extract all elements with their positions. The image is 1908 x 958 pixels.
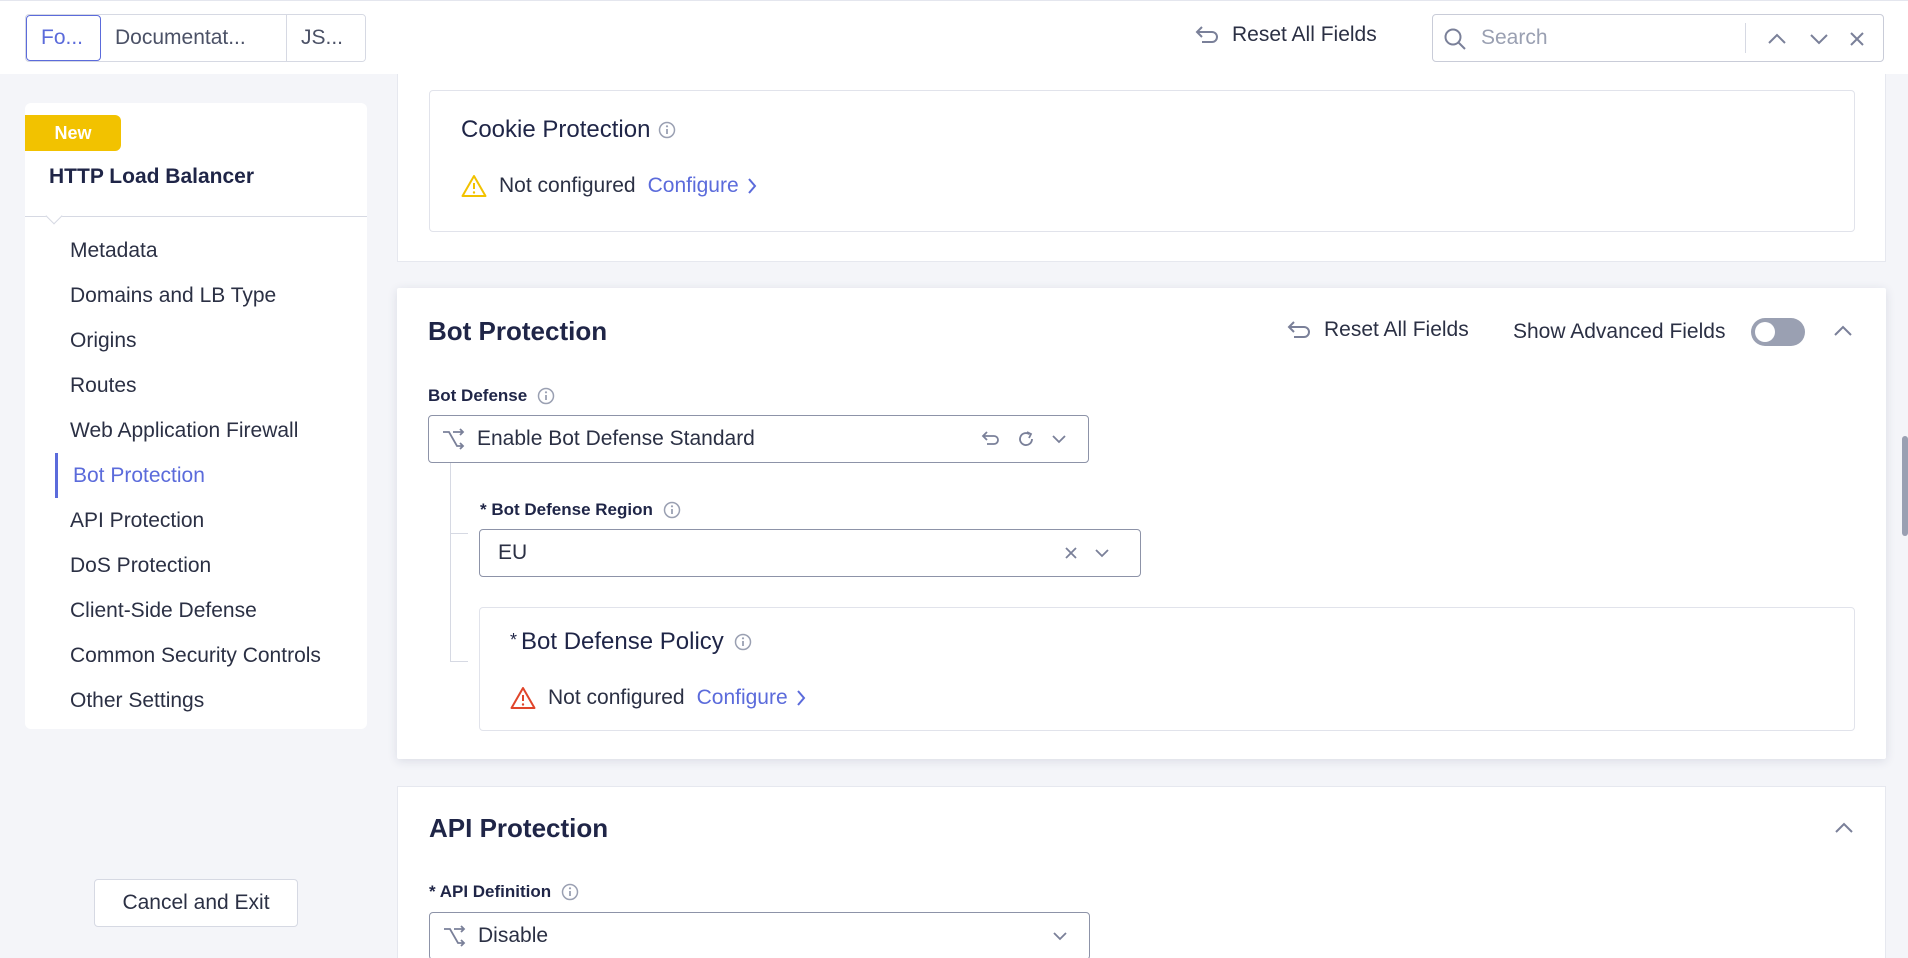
bot-protection-card: Bot Protection Reset All Fields Show Adv…	[397, 288, 1886, 759]
sidebar-notch	[45, 207, 63, 225]
tab-documentation[interactable]: Documentat...	[101, 15, 287, 61]
sidebar-item-domains[interactable]: Domains and LB Type	[70, 273, 321, 318]
sidebar-title: HTTP Load Balancer	[49, 165, 254, 188]
chevron-right-icon	[796, 689, 806, 707]
refresh-icon[interactable]	[1017, 430, 1035, 448]
bot-reset-all-fields-button[interactable]: Reset All Fields	[1286, 318, 1469, 342]
choice-switch-icon	[441, 428, 465, 450]
api-definition-label-row: * API Definition	[429, 882, 579, 902]
search-placeholder: Search	[1481, 26, 1548, 49]
tab-json[interactable]: JS...	[287, 15, 365, 61]
info-icon[interactable]	[663, 501, 681, 519]
new-badge: New	[25, 115, 121, 151]
sidebar-item-dos-protection[interactable]: DoS Protection	[70, 543, 321, 588]
tree-connector	[450, 463, 451, 662]
cookie-protection-status: Not configured Configure	[461, 174, 757, 198]
search-close-button[interactable]	[1845, 27, 1869, 51]
bot-defense-policy-status-text: Not configured	[548, 686, 685, 709]
reset-all-fields-label: Reset All Fields	[1232, 23, 1377, 46]
bot-defense-label-row: Bot Defense	[428, 386, 555, 406]
bot-defense-policy-title: Bot Defense Policy	[521, 628, 724, 655]
info-icon[interactable]	[561, 883, 579, 901]
reset-all-fields-button[interactable]: Reset All Fields	[1194, 23, 1377, 47]
cancel-and-exit-button[interactable]: Cancel and Exit	[94, 879, 298, 927]
cookie-protection-header: Cookie Protection	[461, 116, 676, 144]
view-tabs: Fo... Documentat... JS...	[25, 14, 366, 62]
configure-label: Configure	[696, 686, 788, 709]
page-scrollbar[interactable]	[1902, 436, 1908, 536]
sidebar-divider	[25, 216, 367, 217]
sidebar-nav: Metadata Domains and LB Type Origins Rou…	[55, 228, 321, 723]
api-definition-select[interactable]: Disable	[429, 912, 1090, 958]
api-protection-card: API Protection * API Definition Disable	[397, 786, 1886, 958]
required-mark: *	[510, 630, 518, 650]
tab-form[interactable]: Fo...	[26, 15, 101, 61]
bot-defense-region-select[interactable]: EU	[479, 529, 1141, 577]
bot-defense-policy-configure-link[interactable]: Configure	[697, 686, 806, 710]
sidebar-item-metadata[interactable]: Metadata	[70, 228, 321, 273]
search-divider	[1745, 23, 1746, 53]
bot-reset-label: Reset All Fields	[1324, 318, 1469, 341]
search-previous-button[interactable]	[1765, 27, 1789, 51]
bot-defense-value: Enable Bot Defense Standard	[477, 427, 755, 450]
search-next-button[interactable]	[1807, 27, 1831, 51]
bot-protection-title: Bot Protection	[428, 316, 608, 346]
chevron-right-icon	[747, 177, 757, 195]
api-definition-value: Disable	[478, 924, 549, 947]
sidebar-item-bot-protection[interactable]: Bot Protection	[55, 453, 321, 498]
toggle-knob	[1755, 322, 1775, 342]
reset-field-icon[interactable]	[981, 430, 1001, 448]
warning-icon	[461, 174, 487, 198]
choice-switch-icon	[442, 925, 466, 947]
bot-defense-policy-header: * Bot Defense Policy	[510, 628, 752, 656]
chevron-down-icon[interactable]	[1052, 930, 1068, 942]
sidebar-item-other-settings[interactable]: Other Settings	[70, 678, 321, 723]
reset-icon	[1286, 319, 1312, 341]
chevron-down-icon[interactable]	[1094, 547, 1110, 559]
info-icon[interactable]	[537, 387, 555, 405]
show-advanced-fields-label: Show Advanced Fields	[1513, 320, 1726, 343]
cookie-protection-card: Cookie Protection Not configured Configu…	[397, 74, 1886, 262]
sidebar-item-waf[interactable]: Web Application Firewall	[70, 408, 321, 453]
bot-defense-region-value: EU	[498, 541, 528, 564]
bot-defense-region-label-row: * Bot Defense Region	[480, 500, 681, 520]
cookie-protection-status-text: Not configured	[499, 174, 636, 197]
search-icon	[1443, 27, 1467, 51]
clear-icon[interactable]	[1064, 546, 1078, 560]
info-icon[interactable]	[658, 121, 676, 139]
sidebar-item-api-protection[interactable]: API Protection	[70, 498, 321, 543]
api-definition-label: * API Definition	[429, 882, 552, 901]
cookie-protection-title: Cookie Protection	[461, 116, 651, 143]
sidebar-item-client-side-defense[interactable]: Client-Side Defense	[70, 588, 321, 633]
sidebar-item-common-security-controls[interactable]: Common Security Controls	[70, 633, 321, 678]
configure-label: Configure	[647, 174, 739, 197]
api-protection-title: API Protection	[429, 813, 609, 843]
reset-icon	[1194, 24, 1220, 46]
bot-defense-select[interactable]: Enable Bot Defense Standard	[428, 415, 1089, 463]
top-bar: Fo... Documentat... JS... Reset All Fiel…	[0, 0, 1908, 74]
bot-defense-policy-box: * Bot Defense Policy Not configured Conf…	[479, 607, 1855, 731]
info-icon[interactable]	[734, 633, 752, 651]
sidebar-item-routes[interactable]: Routes	[70, 363, 321, 408]
search-input[interactable]: Search	[1432, 14, 1884, 62]
chevron-down-icon[interactable]	[1051, 433, 1067, 445]
bot-defense-region-label: * Bot Defense Region	[480, 500, 653, 519]
cookie-protection-box: Cookie Protection Not configured Configu…	[429, 90, 1855, 232]
collapse-chevron-up-icon[interactable]	[1834, 821, 1854, 835]
sidebar-item-origins[interactable]: Origins	[70, 318, 321, 363]
bot-defense-label: Bot Defense	[428, 386, 528, 405]
tree-branch	[450, 533, 468, 534]
show-advanced-fields-toggle[interactable]	[1751, 318, 1805, 346]
cookie-protection-configure-link[interactable]: Configure	[648, 174, 757, 198]
bot-defense-policy-status: Not configured Configure	[510, 686, 806, 710]
collapse-chevron-up-icon[interactable]	[1833, 324, 1853, 338]
sidebar: New HTTP Load Balancer Metadata Domains …	[25, 103, 367, 729]
tree-branch	[450, 661, 468, 662]
error-warning-icon	[510, 686, 536, 710]
